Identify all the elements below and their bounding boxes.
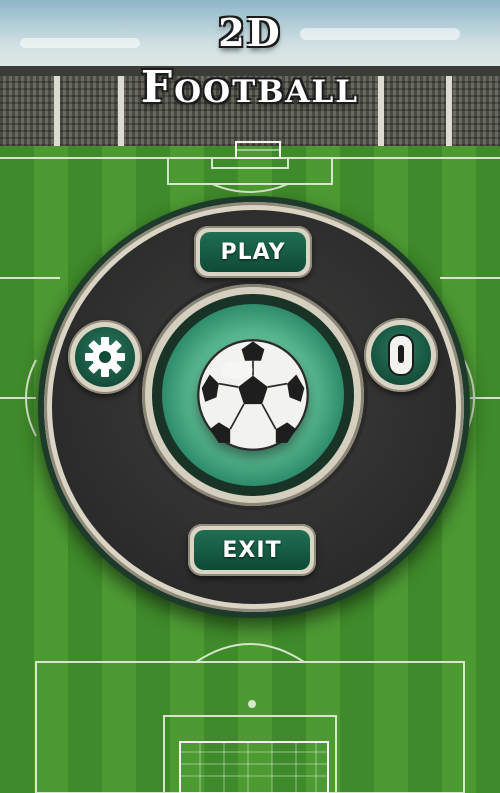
play-button[interactable]: PLAY — [194, 226, 312, 278]
kit-icon — [388, 334, 414, 376]
play-button-label: PLAY — [200, 232, 306, 272]
exit-button-label: EXIT — [194, 530, 310, 570]
kit-button[interactable] — [364, 318, 438, 392]
soccer-ball-icon — [197, 339, 309, 451]
game-menu-screen: 2D Football PLAY EXIT — [0, 0, 500, 793]
game-title-football: Football — [140, 62, 360, 113]
gear-icon — [85, 337, 125, 377]
exit-button[interactable]: EXIT — [188, 524, 316, 576]
game-title-2d: 2D — [218, 10, 282, 55]
settings-button[interactable] — [68, 320, 142, 394]
